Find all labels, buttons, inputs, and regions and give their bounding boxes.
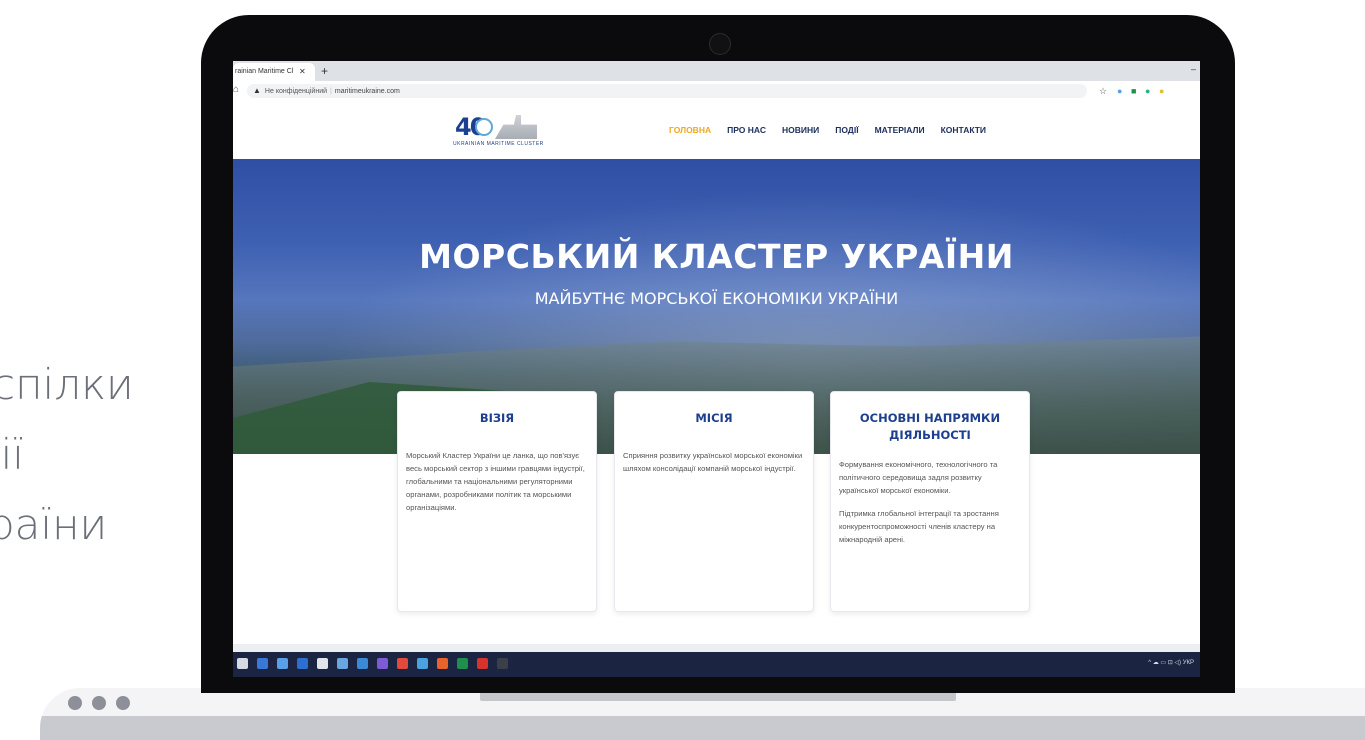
side-text-line-2: ції <box>0 430 24 479</box>
logo-text: UKRAINIAN MARITIME CLUSTER <box>453 141 544 147</box>
card-vision: ВІЗІЯ Морський Кластер України це ланка,… <box>397 391 597 612</box>
hero-title: МОРСЬКИЙ КЛАСТЕР УКРАЇНИ <box>419 237 1014 276</box>
laptop-screen: rainian Maritime Cl ✕ + – ⌂ ▲ Не конфіден… <box>233 61 1200 677</box>
taskbar-app-icon[interactable] <box>497 658 508 669</box>
taskbar-app-icon[interactable] <box>237 658 248 669</box>
taskbar-app-icon[interactable] <box>417 658 428 669</box>
taskbar-app-icon[interactable] <box>277 658 288 669</box>
security-label: Не конфіденційний <box>264 88 328 95</box>
laptop-base-stripe <box>40 716 1365 740</box>
card-title: ОСНОВНІ НАПРЯМКИ ДІЯЛЬНОСТІ <box>859 411 1001 442</box>
home-icon[interactable]: ⌂ <box>233 84 239 95</box>
extension-circle-icon[interactable]: ● <box>1145 84 1150 98</box>
nav-item-events[interactable]: ПОДІЇ <box>835 125 858 135</box>
taskbar-app-icon[interactable] <box>317 658 328 669</box>
extension-sheets-icon[interactable]: ■ <box>1131 84 1136 98</box>
card-paragraph: Сприяння розвитку української морської е… <box>623 451 803 473</box>
taskbar-icons <box>237 658 508 669</box>
card-title: ВІЗІЯ <box>479 411 515 425</box>
site-logo[interactable]: 40 UKRAINIAN MARITIME CLUSTER <box>451 111 544 151</box>
browser-tab[interactable]: rainian Maritime Cl ✕ <box>233 63 315 81</box>
taskbar-app-icon[interactable] <box>357 658 368 669</box>
taskbar-app-icon[interactable] <box>437 658 448 669</box>
dot-icon[interactable] <box>92 696 106 710</box>
tab-title: rainian Maritime Cl <box>235 68 294 75</box>
card-body: Морський Кластер України це ланка, що по… <box>406 449 588 514</box>
nav-item-about[interactable]: ПРО НАС <box>727 125 766 135</box>
nav-item-home[interactable]: ГОЛОВНА <box>669 125 711 135</box>
slide-dots <box>68 696 130 710</box>
site-header: 40 UKRAINIAN MARITIME CLUSTER ГОЛОВНА ПР… <box>233 101 1200 159</box>
taskbar-app-icon[interactable] <box>297 658 308 669</box>
nav-item-contacts[interactable]: КОНТАКТИ <box>941 125 986 135</box>
hero-subtitle: МАЙБУТНЄ МОРСЬКОЇ ЕКОНОМІКИ УКРАЇНИ <box>534 289 899 308</box>
taskbar-app-icon[interactable] <box>397 658 408 669</box>
dot-icon[interactable] <box>68 696 82 710</box>
url-text: maritimeukraine.com <box>334 88 400 95</box>
laptop-base <box>40 688 1365 740</box>
minimize-button[interactable]: – <box>1191 64 1196 74</box>
card-paragraph: Підтримка глобальної інтеграції та зрост… <box>839 509 999 544</box>
extension-cloud-icon[interactable]: ● <box>1117 84 1122 98</box>
url-separator: | <box>330 88 332 95</box>
card-directions: ОСНОВНІ НАПРЯМКИ ДІЯЛЬНОСТІ Формування е… <box>830 391 1030 612</box>
nav-item-materials[interactable]: МАТЕРІАЛИ <box>875 125 925 135</box>
extension-key-icon[interactable]: ● <box>1159 84 1164 98</box>
background-side-text: спілки ції раїни <box>0 350 134 560</box>
card-body: Сприяння розвитку української морської е… <box>623 449 805 475</box>
card-mission: МІСІЯ Сприяння розвитку української морс… <box>614 391 814 612</box>
new-tab-button[interactable]: + <box>321 63 328 79</box>
card-title: МІСІЯ <box>695 411 733 425</box>
main-nav: ГОЛОВНА ПРО НАС НОВИНИ ПОДІЇ МАТЕРІАЛИ К… <box>669 125 1002 135</box>
system-tray[interactable]: ^ ☁ ▭ ⊡ ◁) УКР <box>1148 659 1194 666</box>
side-text-line-3: раїни <box>0 500 108 549</box>
tray-icons: ^ ☁ ▭ ⊡ ◁) <box>1148 660 1182 666</box>
taskbar-app-icon[interactable] <box>377 658 388 669</box>
taskbar-app-icon[interactable] <box>257 658 268 669</box>
browser-tabbar: rainian Maritime Cl ✕ + – <box>233 61 1200 81</box>
dot-icon[interactable] <box>116 696 130 710</box>
card-body: Формування економічного, технологічного … <box>839 458 1021 546</box>
close-icon[interactable]: ✕ <box>299 63 306 81</box>
taskbar-app-icon[interactable] <box>457 658 468 669</box>
taskbar-app-icon[interactable] <box>477 658 488 669</box>
keyboard-language[interactable]: УКР <box>1183 660 1194 666</box>
logo-circle-icon <box>475 118 493 136</box>
camera-icon <box>709 33 731 55</box>
windows-taskbar: ^ ☁ ▭ ⊡ ◁) УКР <box>233 652 1200 677</box>
star-icon[interactable]: ☆ <box>1099 84 1107 98</box>
card-paragraph: Морський Кластер України це ланка, що по… <box>406 451 585 512</box>
nav-item-news[interactable]: НОВИНИ <box>782 125 819 135</box>
warning-icon: ▲ <box>253 86 261 95</box>
browser-addressbar: ⌂ ▲ Не конфіденційний | maritimeukraine.com… <box>233 81 1200 102</box>
url-input[interactable]: ▲ Не конфіденційний | maritimeukraine.com <box>247 84 1087 98</box>
taskbar-app-icon[interactable] <box>337 658 348 669</box>
page-bottom-strip <box>233 644 1200 652</box>
card-paragraph: Формування економічного, технологічного … <box>839 460 998 495</box>
side-text-line-1: спілки <box>0 360 134 409</box>
ship-icon <box>495 115 537 139</box>
